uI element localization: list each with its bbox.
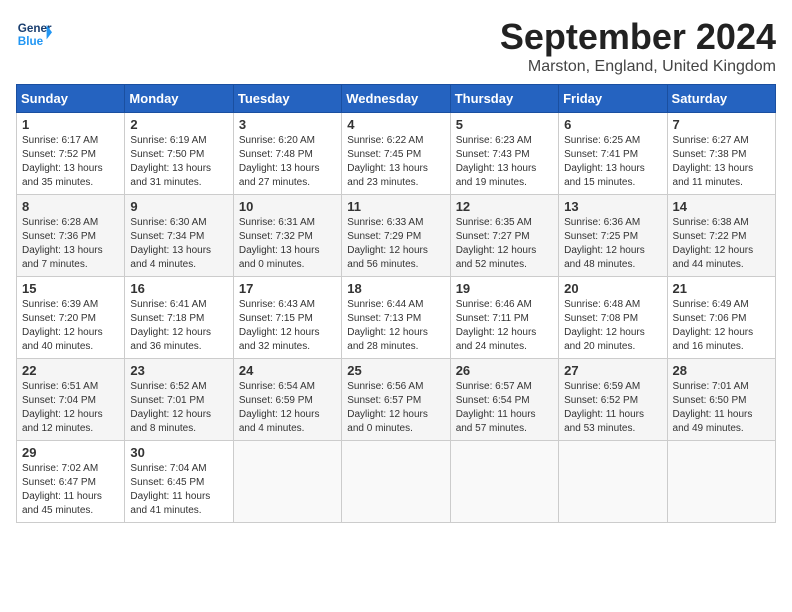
table-row [450,441,558,523]
table-row: 26Sunrise: 6:57 AMSunset: 6:54 PMDayligh… [450,359,558,441]
table-row: 20Sunrise: 6:48 AMSunset: 7:08 PMDayligh… [559,277,667,359]
table-row: 8Sunrise: 6:28 AMSunset: 7:36 PMDaylight… [17,195,125,277]
title-area: September 2024 Marston, England, United … [500,16,776,76]
col-thursday: Thursday [450,85,558,113]
logo: General Blue [16,16,52,52]
table-row: 29Sunrise: 7:02 AMSunset: 6:47 PMDayligh… [17,441,125,523]
table-row: 7Sunrise: 6:27 AMSunset: 7:38 PMDaylight… [667,113,775,195]
table-row [667,441,775,523]
table-row [342,441,450,523]
table-row: 9Sunrise: 6:30 AMSunset: 7:34 PMDaylight… [125,195,233,277]
table-row: 14Sunrise: 6:38 AMSunset: 7:22 PMDayligh… [667,195,775,277]
table-row: 18Sunrise: 6:44 AMSunset: 7:13 PMDayligh… [342,277,450,359]
table-row: 10Sunrise: 6:31 AMSunset: 7:32 PMDayligh… [233,195,341,277]
table-row: 27Sunrise: 6:59 AMSunset: 6:52 PMDayligh… [559,359,667,441]
table-row: 3Sunrise: 6:20 AMSunset: 7:48 PMDaylight… [233,113,341,195]
table-row: 6Sunrise: 6:25 AMSunset: 7:41 PMDaylight… [559,113,667,195]
location-title: Marston, England, United Kingdom [500,58,776,76]
table-row: 17Sunrise: 6:43 AMSunset: 7:15 PMDayligh… [233,277,341,359]
table-row: 2Sunrise: 6:19 AMSunset: 7:50 PMDaylight… [125,113,233,195]
table-row: 1Sunrise: 6:17 AMSunset: 7:52 PMDaylight… [17,113,125,195]
col-wednesday: Wednesday [342,85,450,113]
table-row [559,441,667,523]
table-row: 15Sunrise: 6:39 AMSunset: 7:20 PMDayligh… [17,277,125,359]
table-row: 25Sunrise: 6:56 AMSunset: 6:57 PMDayligh… [342,359,450,441]
table-row: 12Sunrise: 6:35 AMSunset: 7:27 PMDayligh… [450,195,558,277]
table-row: 30Sunrise: 7:04 AMSunset: 6:45 PMDayligh… [125,441,233,523]
logo-icon: General Blue [16,16,52,52]
table-row: 24Sunrise: 6:54 AMSunset: 6:59 PMDayligh… [233,359,341,441]
calendar-header-row: Sunday Monday Tuesday Wednesday Thursday… [17,85,776,113]
svg-text:Blue: Blue [18,35,44,48]
col-tuesday: Tuesday [233,85,341,113]
col-friday: Friday [559,85,667,113]
table-row: 13Sunrise: 6:36 AMSunset: 7:25 PMDayligh… [559,195,667,277]
table-row: 19Sunrise: 6:46 AMSunset: 7:11 PMDayligh… [450,277,558,359]
table-row [233,441,341,523]
table-row: 23Sunrise: 6:52 AMSunset: 7:01 PMDayligh… [125,359,233,441]
table-row: 5Sunrise: 6:23 AMSunset: 7:43 PMDaylight… [450,113,558,195]
table-row: 16Sunrise: 6:41 AMSunset: 7:18 PMDayligh… [125,277,233,359]
month-title: September 2024 [500,16,776,58]
table-row: 4Sunrise: 6:22 AMSunset: 7:45 PMDaylight… [342,113,450,195]
table-row: 11Sunrise: 6:33 AMSunset: 7:29 PMDayligh… [342,195,450,277]
table-row: 28Sunrise: 7:01 AMSunset: 6:50 PMDayligh… [667,359,775,441]
table-row: 21Sunrise: 6:49 AMSunset: 7:06 PMDayligh… [667,277,775,359]
calendar-table: Sunday Monday Tuesday Wednesday Thursday… [16,84,776,523]
col-saturday: Saturday [667,85,775,113]
header: General Blue September 2024 Marston, Eng… [16,16,776,76]
col-sunday: Sunday [17,85,125,113]
col-monday: Monday [125,85,233,113]
table-row: 22Sunrise: 6:51 AMSunset: 7:04 PMDayligh… [17,359,125,441]
